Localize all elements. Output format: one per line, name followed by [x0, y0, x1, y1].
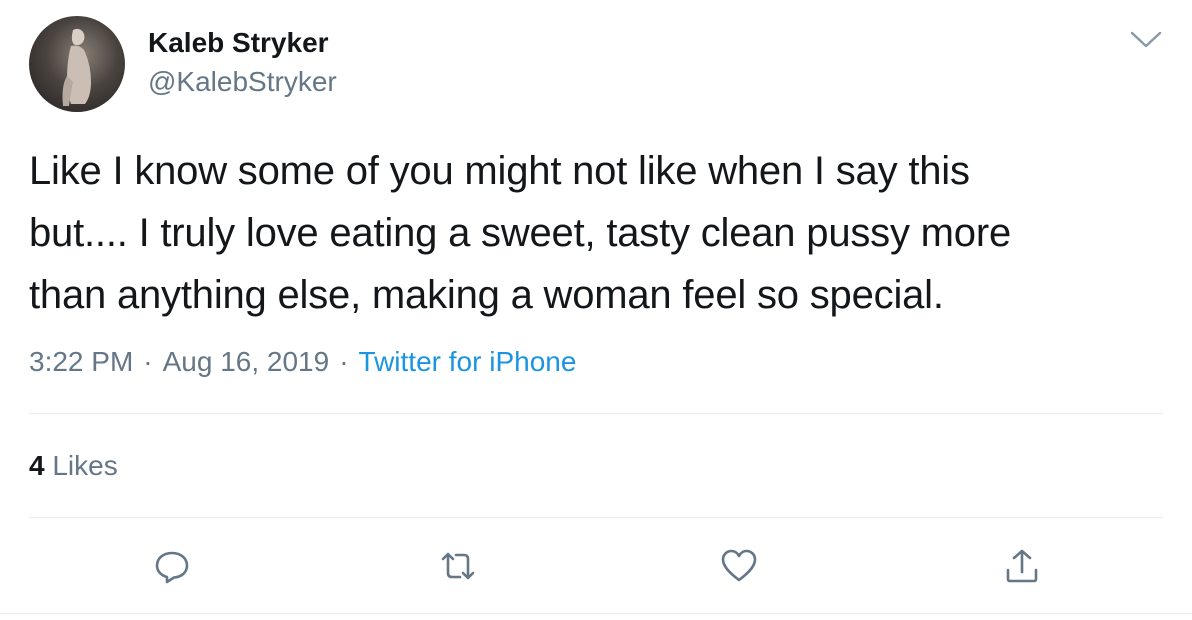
retweet-button[interactable]: [438, 546, 478, 586]
avatar-image: [62, 28, 91, 106]
tweet-time[interactable]: 3:22 PM: [29, 346, 133, 377]
like-button[interactable]: [719, 546, 759, 586]
meta-separator: ·: [143, 346, 153, 377]
tweet-text-line: but.... I truly love eating a sweet, tas…: [29, 211, 1012, 255]
tweet-meta: 3:22 PM · Aug 16, 2019 · Twitter for iPhone: [29, 346, 576, 378]
likes-count: 4: [29, 450, 45, 481]
heart-icon: [721, 549, 757, 582]
retweet-icon: [441, 552, 475, 580]
author-handle[interactable]: @KalebStryker: [148, 66, 337, 98]
author-display-name[interactable]: Kaleb Stryker: [148, 27, 329, 59]
tweet-text: Like I know some of you might not like w…: [29, 140, 1169, 326]
likes-stat[interactable]: 4 Likes: [29, 450, 118, 482]
divider: [29, 413, 1163, 414]
tweet-text-line: Like I know some of you might not like w…: [29, 149, 970, 193]
tweet-card: Kaleb Stryker @KalebStryker Like I know …: [0, 0, 1192, 620]
reply-button[interactable]: [152, 546, 192, 586]
avatar[interactable]: [29, 16, 125, 112]
tweet-date[interactable]: Aug 16, 2019: [163, 346, 330, 377]
tweet-source-link[interactable]: Twitter for iPhone: [359, 346, 577, 377]
tweet-text-line: than anything else, making a woman feel …: [29, 273, 944, 317]
share-icon: [1006, 549, 1038, 583]
divider: [0, 613, 1192, 614]
likes-label: Likes: [52, 450, 118, 481]
meta-separator: ·: [339, 346, 349, 377]
chevron-down-icon[interactable]: [1129, 29, 1163, 51]
share-button[interactable]: [1002, 546, 1042, 586]
reply-icon: [155, 551, 189, 584]
divider: [29, 517, 1163, 518]
